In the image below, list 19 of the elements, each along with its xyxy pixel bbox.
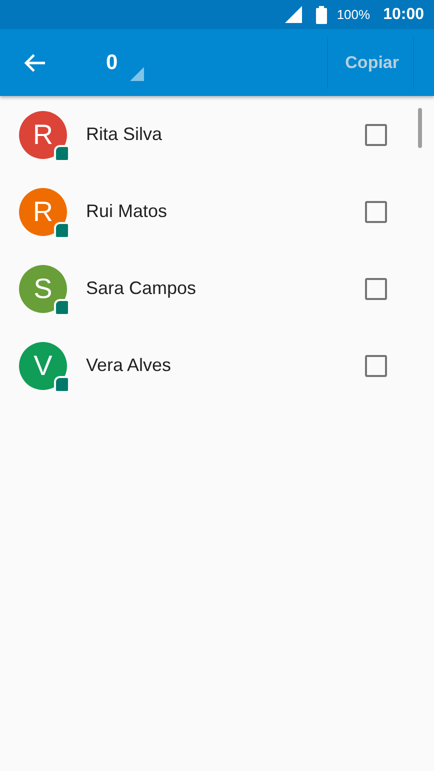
account-badge-icon [54,144,70,162]
contact-name[interactable]: Rui Matos [86,201,365,222]
battery-percentage: 100% [336,7,370,22]
back-arrow-icon[interactable] [24,52,46,72]
contact-name[interactable]: Sara Campos [86,278,365,299]
account-badge-icon [54,222,70,238]
contact-name[interactable]: Rita Silva [86,124,365,145]
scrollbar [418,108,422,148]
battery-icon [316,6,327,24]
contact-name[interactable]: Vera Alves [86,355,365,376]
checkbox[interactable] [365,124,387,146]
selection-count[interactable]: 0 [106,50,118,74]
checkbox[interactable] [365,200,387,222]
signal-icon [284,6,302,23]
clock: 10:00 [383,6,424,24]
checkbox[interactable] [365,354,387,376]
checkbox[interactable] [365,278,387,300]
account-badge-icon [54,376,70,392]
account-badge-icon [54,298,70,316]
